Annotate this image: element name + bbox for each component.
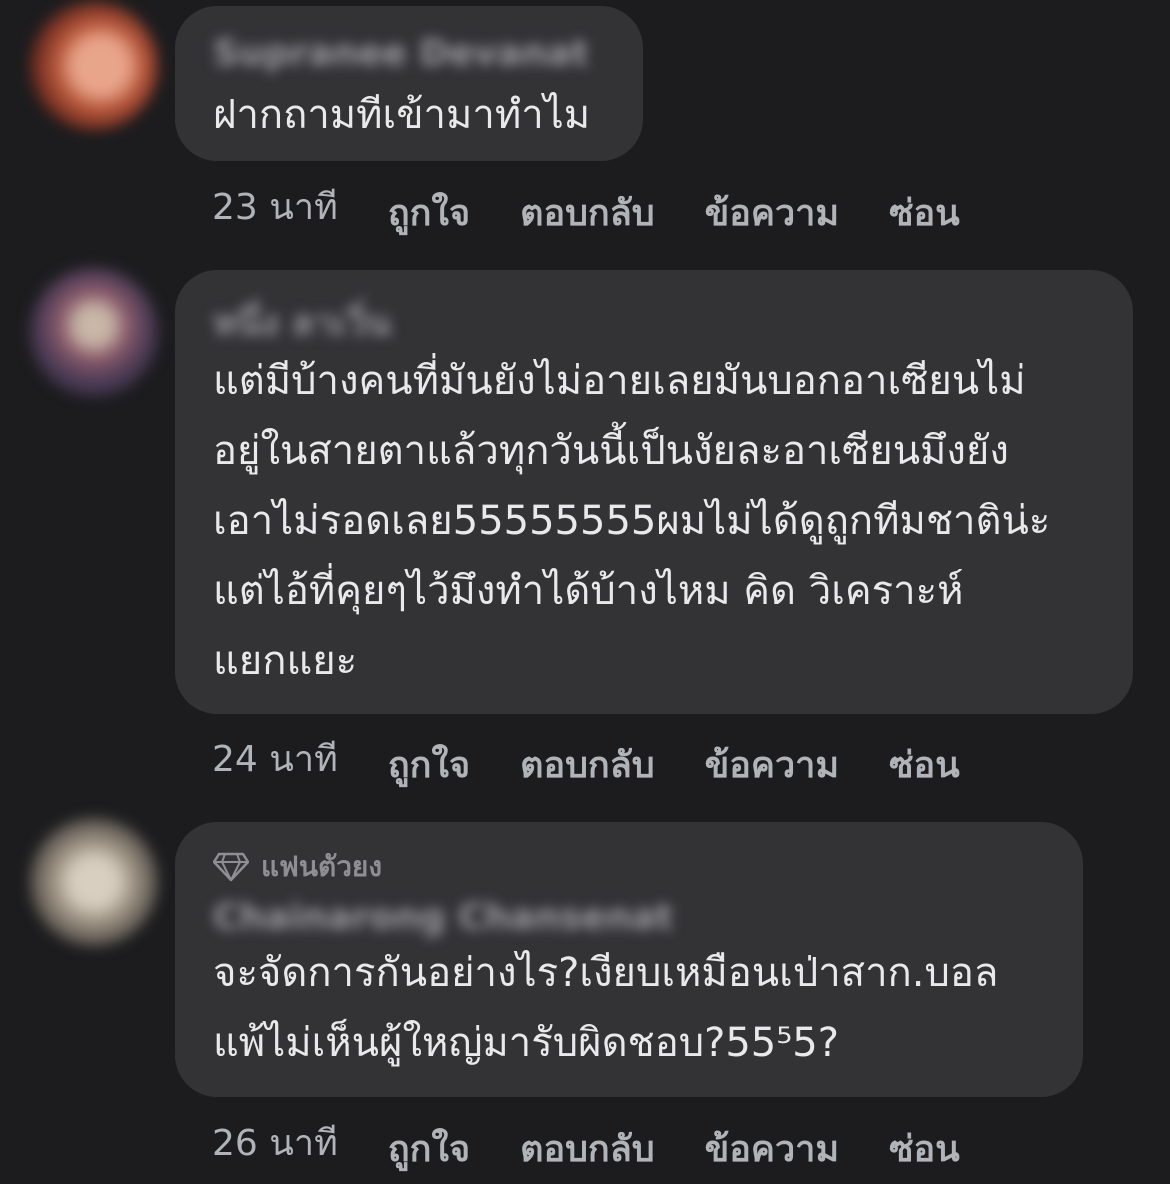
comment-actions: 23 นาที ถูกใจ ตอบกลับ ข้อความ ซ่อน	[212, 178, 1010, 235]
message-button[interactable]: ข้อความ	[705, 184, 839, 241]
hide-button[interactable]: ซ่อน	[889, 736, 960, 793]
author-name[interactable]: Supranee Devanat	[213, 36, 605, 72]
comment-text: จะจัดการกันอย่างไร?เงียบเหมือนเป่าสาก.บอ…	[213, 950, 999, 1066]
comment-bubble: หนึ่ง ลาเวิ่น แต่มีบ้างคนที่มันยังไม่อาย…	[175, 270, 1133, 714]
comment-time[interactable]: 23 นาที	[212, 178, 338, 235]
avatar[interactable]	[30, 268, 158, 396]
comment-time[interactable]: 26 นาที	[212, 1114, 338, 1171]
diamond-icon	[213, 852, 249, 882]
comment-bubble: Supranee Devanat ฝากถามทีเข้ามาทำไม	[175, 6, 643, 161]
avatar[interactable]	[30, 2, 158, 130]
comment-text: ฝากถามทีเข้ามาทำไม	[213, 92, 591, 138]
comment-time[interactable]: 24 นาที	[212, 730, 338, 787]
comment-actions: 24 นาที ถูกใจ ตอบกลับ ข้อความ ซ่อน	[212, 730, 1010, 787]
fan-badge[interactable]: แฟนตัวยง	[213, 852, 1045, 882]
comment-text: แต่มีบ้างคนที่มันยังไม่อายเลยมันบอกอาเซี…	[213, 358, 1051, 684]
message-button[interactable]: ข้อความ	[705, 1120, 839, 1177]
avatar[interactable]	[30, 818, 158, 946]
like-button[interactable]: ถูกใจ	[388, 184, 470, 241]
reply-button[interactable]: ตอบกลับ	[520, 736, 655, 793]
author-name[interactable]: หนึ่ง ลาเวิ่น	[213, 306, 1095, 342]
message-button[interactable]: ข้อความ	[705, 736, 839, 793]
reply-button[interactable]: ตอบกลับ	[520, 1120, 655, 1177]
reply-button[interactable]: ตอบกลับ	[520, 184, 655, 241]
comment-actions: 26 นาที ถูกใจ ตอบกลับ ข้อความ ซ่อน	[212, 1114, 1010, 1171]
like-button[interactable]: ถูกใจ	[388, 736, 470, 793]
fan-badge-label: แฟนตัวยง	[261, 850, 382, 883]
hide-button[interactable]: ซ่อน	[889, 1120, 960, 1177]
like-button[interactable]: ถูกใจ	[388, 1120, 470, 1177]
comment-bubble: แฟนตัวยง Chainarong Chansenat จะจัดการกั…	[175, 822, 1083, 1097]
author-name[interactable]: Chainarong Chansenat	[213, 900, 1045, 936]
hide-button[interactable]: ซ่อน	[889, 184, 960, 241]
